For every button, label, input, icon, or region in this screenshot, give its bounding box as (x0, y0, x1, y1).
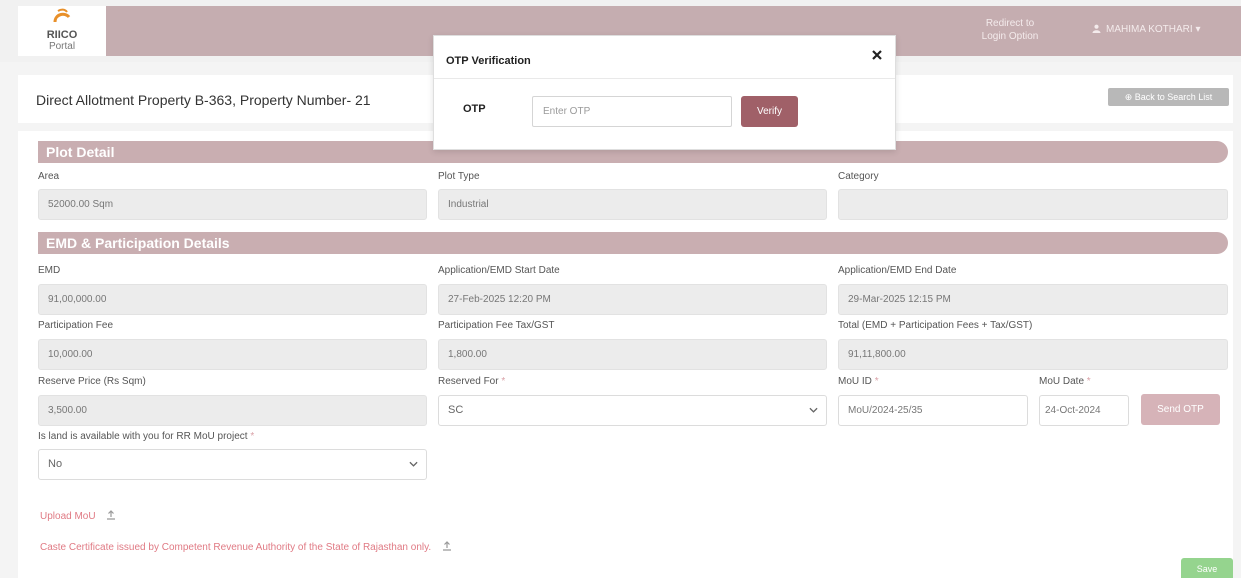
land-available-label: Is land is available with you for RR MoU… (38, 431, 254, 442)
page-title: Direct Allotment Property B-363, Propert… (36, 92, 371, 108)
category-field[interactable] (838, 189, 1228, 220)
chevron-down-icon (409, 461, 418, 467)
participation-fee-tax-label: Participation Fee Tax/GST (438, 320, 555, 331)
mou-id-field[interactable]: MoU/2024-25/35 (838, 395, 1028, 426)
mou-id-label-text: MoU ID (838, 376, 872, 387)
verify-button[interactable]: Verify (741, 96, 798, 127)
required-mark: * (501, 376, 506, 387)
otp-input[interactable] (532, 96, 732, 127)
reserve-price-field[interactable]: 3,500.00 (38, 395, 427, 426)
user-menu[interactable]: MAHIMA KOTHARI ▾ (1092, 24, 1200, 35)
brand-logo[interactable]: RIICO Portal (18, 6, 106, 56)
land-available-label-text: Is land is available with you for RR MoU… (38, 431, 248, 442)
riico-logo-icon (53, 8, 71, 23)
upload-icon (442, 541, 451, 551)
redirect-line-1: Redirect to (985, 18, 1035, 29)
mou-date-label-text: MoU Date (1039, 376, 1085, 387)
caste-certificate-label: Caste Certificate issued by Competent Re… (40, 542, 432, 553)
brand-name: RIICO (46, 29, 78, 41)
save-button[interactable]: Save (1181, 558, 1233, 578)
plot-type-field[interactable]: Industrial (438, 189, 827, 220)
brand-sub: Portal (48, 41, 76, 52)
emd-end-date-field[interactable]: 29-Mar-2025 12:15 PM (838, 284, 1228, 315)
upload-mou-link[interactable]: Upload MoU (40, 510, 116, 522)
mou-date-field[interactable]: 24-Oct-2024 (1039, 395, 1129, 426)
user-name: MAHIMA KOTHARI ▾ (1106, 24, 1201, 35)
reserved-for-select[interactable]: SC (438, 395, 827, 426)
area-field[interactable]: 52000.00 Sqm (38, 189, 427, 220)
reserved-for-label: Reserved For * (438, 376, 505, 387)
emd-start-date-field[interactable]: 27-Feb-2025 12:20 PM (438, 284, 827, 315)
required-mark: * (1086, 376, 1091, 387)
category-label: Category (838, 171, 879, 182)
upload-icon (107, 510, 116, 520)
reserve-price-label: Reserve Price (Rs Sqm) (38, 376, 146, 387)
total-amount-field[interactable]: 91,11,800.00 (838, 339, 1228, 370)
chevron-down-icon (809, 407, 818, 413)
emd-label: EMD (38, 265, 61, 276)
emd-end-date-label: Application/EMD End Date (838, 265, 957, 276)
send-otp-button[interactable]: Send OTP (1141, 394, 1220, 425)
otp-verification-modal: OTP Verification OTP Verify (433, 35, 896, 150)
land-available-value: No (48, 458, 63, 470)
back-button-label: Back to Search List (1134, 92, 1213, 102)
emd-field[interactable]: 91,00,000.00 (38, 284, 427, 315)
participation-fee-label: Participation Fee (38, 320, 114, 331)
mou-id-label: MoU ID * (838, 376, 879, 387)
total-amount-label: Total (EMD + Participation Fees + Tax/GS… (838, 320, 1033, 331)
emd-start-date-label: Application/EMD Start Date (438, 265, 560, 276)
upload-mou-label: Upload MoU (40, 511, 96, 522)
land-available-select[interactable]: No (38, 449, 427, 480)
back-to-search-list-button[interactable]: ⊕ Back to Search List (1108, 88, 1229, 106)
user-icon (1092, 24, 1101, 33)
emd-participation-heading: EMD & Participation Details (38, 232, 1228, 254)
plot-type-label: Plot Type (438, 171, 480, 182)
redirect-login-link[interactable]: Redirect to Login Option (975, 17, 1045, 43)
mou-date-label: MoU Date * (1039, 376, 1091, 387)
modal-divider (434, 78, 895, 79)
caste-certificate-upload-link[interactable]: Caste Certificate issued by Competent Re… (40, 541, 452, 553)
page: RIICO Portal Redirect to Login Option MA… (0, 0, 1241, 578)
reserved-for-value: SC (448, 404, 464, 416)
reserved-for-label-text: Reserved For (438, 376, 499, 387)
participation-fee-tax-field[interactable]: 1,800.00 (438, 339, 827, 370)
participation-fee-field[interactable]: 10,000.00 (38, 339, 427, 370)
otp-label: OTP (463, 103, 486, 115)
modal-title: OTP Verification (446, 55, 531, 67)
redirect-line-2: Login Option (981, 31, 1039, 42)
close-icon[interactable] (871, 49, 883, 61)
area-label: Area (38, 171, 60, 182)
required-mark: * (874, 376, 879, 387)
required-mark: * (250, 431, 255, 442)
